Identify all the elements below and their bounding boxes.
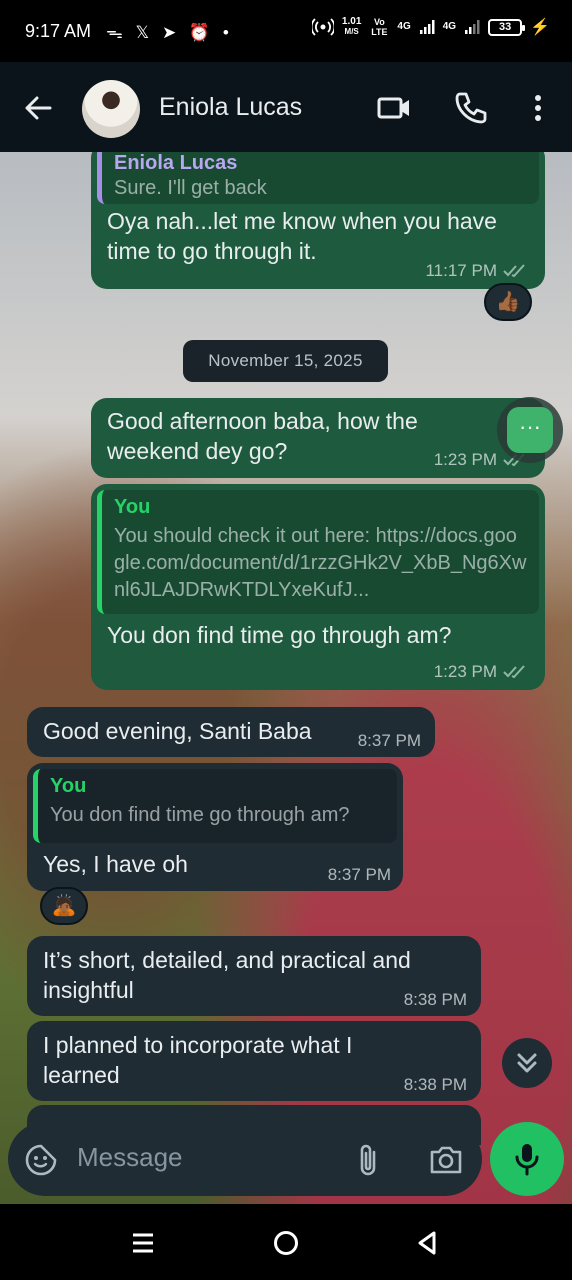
dot-icon: • <box>222 23 233 42</box>
status-time: 9:17 AM <box>25 21 92 41</box>
quote-sender: You <box>114 496 151 518</box>
message-meta: 8:38 PM <box>404 1075 467 1095</box>
message-text: Good afternoon baba, how the weekend dey… <box>107 408 418 464</box>
signal-icon-1 <box>419 20 435 34</box>
reaction-badge[interactable]: 👍🏾 <box>484 283 532 321</box>
message-time: 1:23 PM <box>433 450 497 469</box>
message-time: 8:38 PM <box>403 1075 467 1094</box>
back-nav-icon[interactable] <box>414 1229 440 1257</box>
message-bubble-incoming[interactable]: I planned to incorporate what I learned … <box>27 1021 481 1101</box>
message-text: Good evening, Santi Baba <box>43 718 312 744</box>
recent-apps-icon[interactable] <box>131 1232 155 1254</box>
message-text: You don find time go through am? <box>107 622 452 648</box>
signal-icon-2 <box>465 20 480 34</box>
microphone-icon <box>515 1144 539 1176</box>
message-bubble-outgoing[interactable]: Good afternoon baba, how the weekend dey… <box>91 398 545 478</box>
phone-call-icon[interactable] <box>452 90 488 126</box>
message-meta: 8:38 PM <box>404 990 467 1010</box>
status-right: 1.01 M/S Vo LTE 4G 4G 33 ⚡ <box>311 16 550 37</box>
floating-chat-bubble[interactable]: ··· <box>497 397 563 463</box>
telegram-icon: ➤ <box>161 23 181 42</box>
message-text: Yes, I have oh <box>43 851 188 877</box>
message-composer[interactable]: Message <box>8 1122 482 1196</box>
quote-text: Sure. I'll get back <box>114 177 267 199</box>
quoted-message[interactable]: You You should check it out here: https:… <box>97 490 539 614</box>
x-icon: 𝕏 <box>135 23 154 42</box>
battery-icon: 33 <box>488 18 526 36</box>
chat-head-icon[interactable]: ··· <box>507 407 553 453</box>
contact-name[interactable]: Eniola Lucas <box>159 93 302 122</box>
threads-icon: ᯓ <box>106 23 127 42</box>
net-type-2: 4G <box>442 21 457 32</box>
camera-icon[interactable] <box>428 1144 464 1176</box>
message-time: 8:37 PM <box>357 731 421 750</box>
home-icon[interactable] <box>272 1229 300 1257</box>
message-meta: 8:37 PM <box>328 865 391 885</box>
read-ticks-icon <box>503 665 525 679</box>
message-meta: 11:17 PM <box>425 261 529 281</box>
double-chevron-down-icon <box>517 1053 537 1073</box>
quoted-message[interactable]: Eniola Lucas Sure. I'll get back <box>97 152 539 204</box>
reaction-badge[interactable]: 🙇🏾 <box>40 887 88 925</box>
message-text: I planned to incorporate what I learned <box>43 1032 353 1088</box>
quote-sender: Eniola Lucas <box>114 152 238 174</box>
more-options-icon[interactable] <box>520 90 556 126</box>
message-text: Oya nah...let me know when you have time… <box>107 208 497 264</box>
notification-icons: ᯓ 𝕏 ➤ ⏰ • <box>106 20 233 43</box>
message-bubble-outgoing[interactable]: Eniola Lucas Sure. I'll get back Oya nah… <box>91 152 545 289</box>
chat-area[interactable]: Eniola Lucas Sure. I'll get back Oya nah… <box>0 152 572 1204</box>
chat-header: Eniola Lucas <box>0 62 572 152</box>
message-bubble-outgoing[interactable]: You You should check it out here: https:… <box>91 484 545 690</box>
emoji-sticker-icon[interactable] <box>24 1143 58 1177</box>
quote-sender: You <box>50 775 87 797</box>
message-input[interactable]: Message <box>77 1142 183 1173</box>
message-bubble-incoming[interactable]: You You don find time go through am? Yes… <box>27 763 403 891</box>
message-text: It’s short, detailed, and practical and … <box>43 947 411 1003</box>
charging-icon: ⚡ <box>530 19 550 36</box>
message-bubble-incoming[interactable]: Good evening, Santi Baba 8:37 PM <box>27 707 435 757</box>
attach-icon[interactable] <box>354 1142 382 1178</box>
message-time: 1:23 PM <box>433 662 497 681</box>
quoted-message[interactable]: You You don find time go through am? <box>33 769 397 843</box>
quote-text: You don find time go through am? <box>50 804 350 826</box>
message-time: 11:17 PM <box>425 261 497 280</box>
volte-label: Vo LTE <box>371 17 388 37</box>
date-divider: November 15, 2025 <box>183 340 388 382</box>
scroll-to-bottom-button[interactable] <box>502 1038 552 1088</box>
alarm-icon: ⏰ <box>188 23 215 42</box>
back-arrow-icon[interactable] <box>22 92 54 124</box>
message-bubble-incoming[interactable]: It’s short, detailed, and practical and … <box>27 936 481 1016</box>
message-meta: 8:37 PM <box>358 731 421 751</box>
net-type-1: 4G <box>397 21 411 32</box>
avatar[interactable] <box>82 80 140 138</box>
system-nav-bar <box>0 1204 572 1280</box>
status-bar: 9:17 AM ᯓ 𝕏 ➤ ⏰ • 1.01 M/S Vo LTE 4G 4G … <box>0 0 572 62</box>
video-call-icon[interactable] <box>376 90 412 126</box>
quote-text: You should check it out here: https://do… <box>114 525 527 601</box>
message-time: 8:37 PM <box>327 865 391 884</box>
hotspot-icon <box>311 18 334 36</box>
voice-message-button[interactable] <box>490 1122 564 1196</box>
read-ticks-icon <box>503 264 525 278</box>
message-meta: 1:23 PM <box>434 662 529 682</box>
net-speed: 1.01 M/S <box>341 16 362 37</box>
message-time: 8:38 PM <box>403 990 467 1009</box>
